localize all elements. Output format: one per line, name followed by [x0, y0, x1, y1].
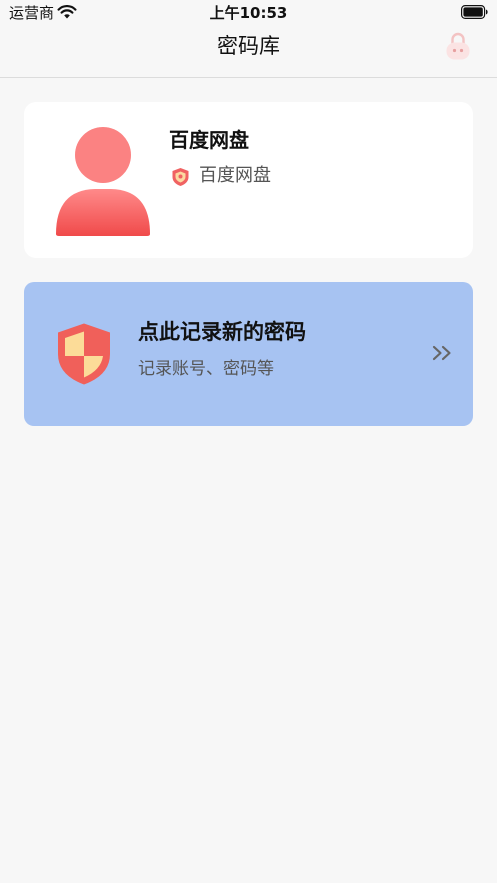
account-app-label: 百度网盘: [199, 165, 271, 186]
add-password-title: 点此记录新的密码: [138, 320, 306, 344]
account-name: 百度网盘: [169, 128, 249, 152]
account-card[interactable]: 百度网盘 百度网盘: [24, 102, 473, 258]
lock-icon[interactable]: [445, 31, 471, 61]
page-title: 密码库: [217, 34, 280, 58]
battery-icon: [461, 5, 488, 19]
navigation-bar: 密码库: [0, 26, 497, 78]
app-badge-icon: [172, 168, 189, 186]
double-chevron-right-icon: [432, 345, 451, 361]
add-password-button[interactable]: 点此记录新的密码 记录账号、密码等: [24, 282, 473, 426]
password-vault-screen: 运营商 上午10:53 密码库 百度网盘 百度网盘 点此记录新的密码 记录账号、…: [0, 0, 497, 883]
add-password-subtitle: 记录账号、密码等: [138, 359, 274, 379]
shield-icon: [58, 323, 110, 385]
avatar: [56, 127, 150, 236]
status-bar: 运营商 上午10:53: [0, 0, 497, 26]
status-time: 上午10:53: [209, 4, 288, 22]
